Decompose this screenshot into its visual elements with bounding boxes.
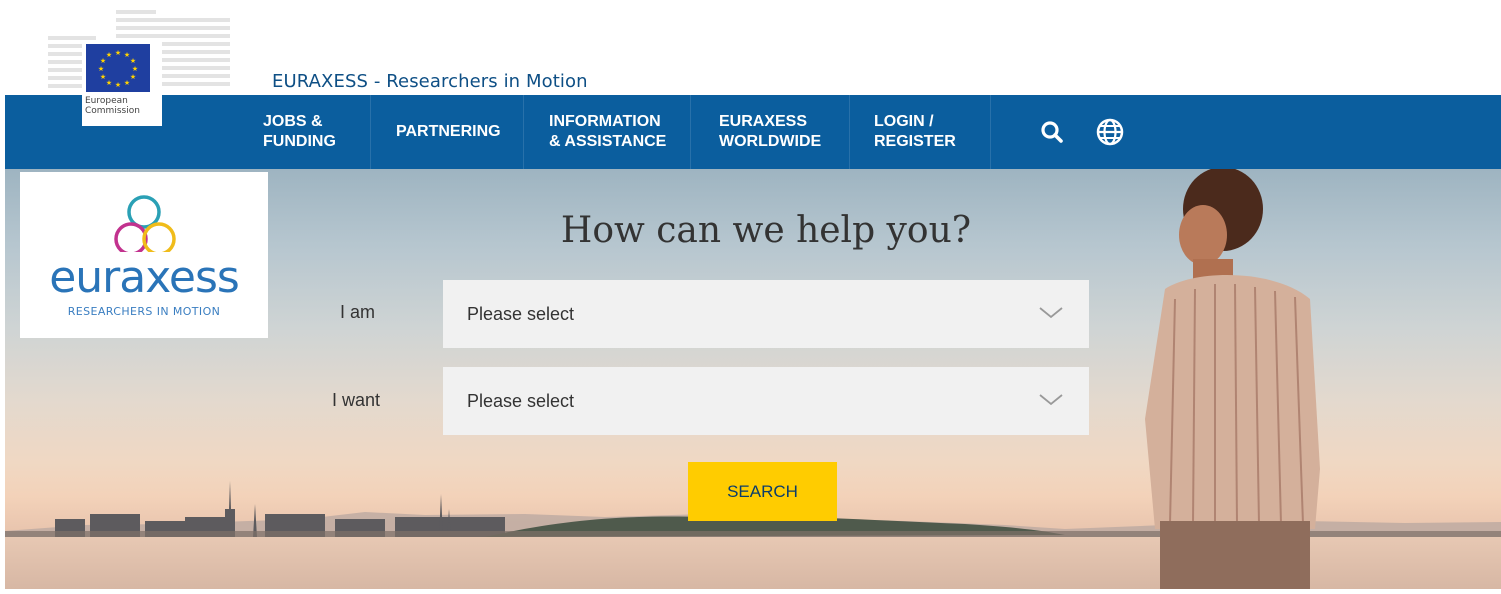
search-icon[interactable] bbox=[1037, 117, 1067, 147]
svg-text:★: ★ bbox=[100, 73, 106, 81]
nav-item-information-assistance[interactable]: INFORMATION & ASSISTANCE bbox=[549, 95, 666, 169]
svg-text:★: ★ bbox=[115, 49, 121, 57]
logo-wordmark: euraxess bbox=[49, 252, 240, 303]
nav-label-line2: WORLDWIDE bbox=[719, 133, 822, 150]
globe-icon[interactable] bbox=[1095, 117, 1125, 147]
svg-text:★: ★ bbox=[132, 65, 138, 73]
hero-person-image bbox=[1125, 167, 1345, 589]
nav-label-line1: EURAXESS bbox=[719, 113, 808, 130]
nav-divider bbox=[849, 95, 850, 169]
nav-label-line2: & ASSISTANCE bbox=[549, 133, 667, 150]
site-title[interactable]: EURAXESS - Researchers in Motion bbox=[272, 71, 588, 92]
nav-label-line2: FUNDING bbox=[263, 133, 336, 150]
svg-text:★: ★ bbox=[130, 57, 136, 65]
nav-label-line2: REGISTER bbox=[874, 133, 956, 150]
nav-item-jobs-funding[interactable]: JOBS & FUNDING bbox=[263, 95, 336, 169]
nav-label-line1: PARTNERING bbox=[396, 123, 501, 140]
i-am-select-value: Please select bbox=[467, 304, 575, 324]
svg-text:★: ★ bbox=[115, 81, 121, 89]
chevron-down-icon bbox=[1039, 307, 1063, 319]
nav-item-login-register[interactable]: LOGIN / REGISTER bbox=[874, 95, 956, 169]
nav-divider bbox=[370, 95, 371, 169]
svg-text:★: ★ bbox=[106, 51, 112, 59]
nav-label-line1: INFORMATION bbox=[549, 113, 661, 130]
svg-text:★: ★ bbox=[106, 79, 112, 87]
nav-item-partnering[interactable]: PARTNERING bbox=[396, 95, 501, 169]
i-am-select[interactable]: Please select bbox=[443, 280, 1089, 348]
euraxess-logo[interactable]: euraxess RESEARCHERS IN MOTION bbox=[20, 172, 268, 338]
chevron-down-icon bbox=[1039, 394, 1063, 406]
i-want-select-value: Please select bbox=[467, 391, 575, 411]
org-name-line2: Commission bbox=[85, 106, 140, 116]
nav-label-line1: LOGIN / bbox=[874, 113, 934, 130]
nav-divider bbox=[990, 95, 991, 169]
nav-item-euraxess-worldwide[interactable]: EURAXESS WORLDWIDE bbox=[719, 95, 821, 169]
nav-divider bbox=[523, 95, 524, 169]
logo-tagline: RESEARCHERS IN MOTION bbox=[67, 305, 221, 318]
hero-heading: How can we help you? bbox=[560, 210, 972, 251]
org-name-line1: European bbox=[85, 96, 128, 106]
nav-divider bbox=[690, 95, 691, 169]
site-header: ★ ★ ★ ★ ★ ★ ★ ★ ★ ★ ★ ★ European Commiss… bbox=[0, 0, 1501, 126]
i-want-select[interactable]: Please select bbox=[443, 367, 1089, 435]
i-am-label: I am bbox=[340, 302, 376, 322]
european-commission-logo[interactable]: ★ ★ ★ ★ ★ ★ ★ ★ ★ ★ ★ ★ European Commiss… bbox=[48, 8, 230, 126]
i-want-label: I want bbox=[332, 390, 381, 410]
search-button[interactable]: SEARCH bbox=[688, 462, 837, 521]
svg-text:★: ★ bbox=[124, 79, 130, 87]
nav-label-line1: JOBS & bbox=[263, 113, 323, 130]
svg-text:★: ★ bbox=[130, 73, 136, 81]
svg-text:★: ★ bbox=[98, 65, 104, 73]
